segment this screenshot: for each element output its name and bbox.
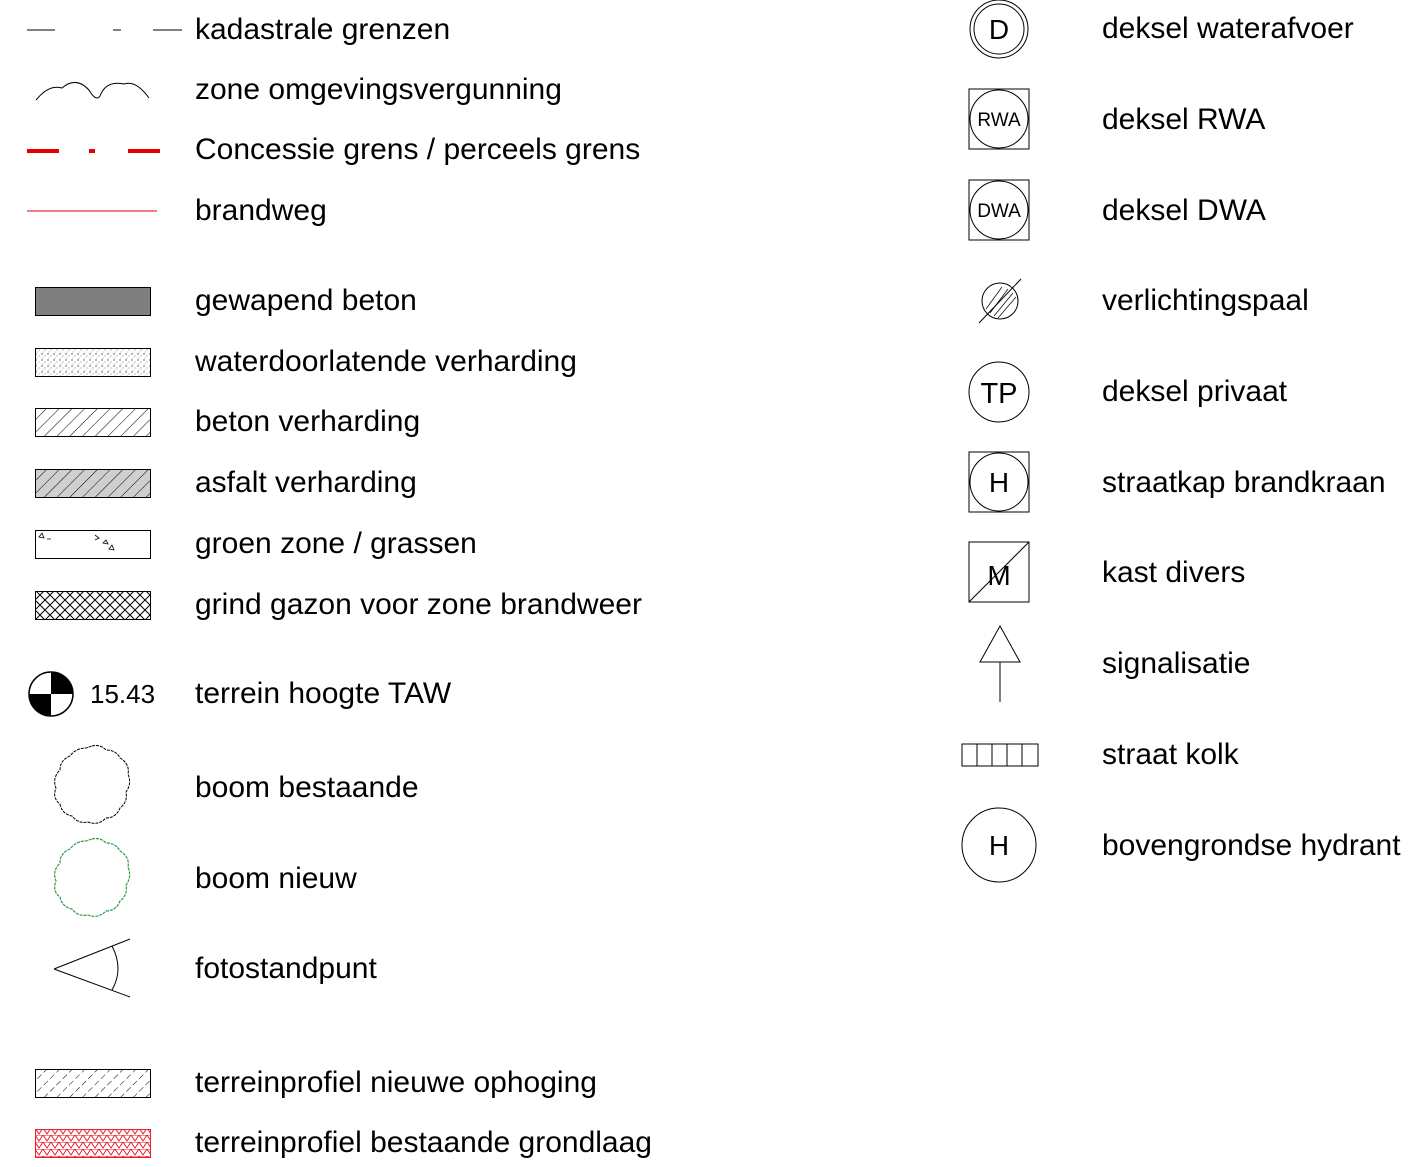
legend-label: terreinprofiel nieuwe ophoging (195, 1066, 597, 1099)
grass-swatch-icon (35, 530, 151, 559)
crosshatch-swatch-icon (35, 591, 151, 620)
legend-label: terrein hoogte TAW (195, 677, 452, 710)
symbol-letter: H (989, 467, 1009, 498)
legend-item-groen-zone: groen zone / grassen (0, 524, 700, 564)
grey-hatch-swatch-icon (35, 469, 151, 498)
manhole-rwa-icon: RWA (968, 88, 1030, 150)
legend-label: deksel privaat (1102, 375, 1288, 408)
red-dash-dot-line-icon (27, 149, 160, 153)
legend-item-gewapend-beton: gewapend beton (0, 281, 700, 321)
legend-item-kadastrale-grenzen: kadastrale grenzen (0, 10, 700, 50)
legend-label: straat kolk (1102, 738, 1239, 771)
legend-item-zone-omgevingsvergunning: zone omgevingsvergunning (0, 70, 700, 110)
legend-item-boom-nieuw: boom nieuw (0, 837, 700, 917)
legend-label: kast divers (1102, 556, 1246, 589)
legend-label: deksel waterafvoer (1102, 12, 1354, 45)
legend-item-straat-kolk: straat kolk (950, 735, 1420, 775)
legend-label: deksel RWA (1102, 103, 1266, 136)
manhole-tp-icon: TP (968, 361, 1030, 423)
legend-label: beton verharding (195, 405, 421, 438)
legend-label: grind gazon voor zone brandweer (195, 588, 642, 621)
symbol-letter: D (989, 14, 1009, 45)
legend-label: kadastrale grenzen (195, 13, 451, 46)
legend-label: waterdoorlatende verharding (195, 345, 577, 378)
hydrant-icon: H (961, 807, 1037, 883)
legend-item-kast-divers: M kast divers (950, 541, 1420, 603)
legend-item-terreinprofiel-bestaande-grondlaag: terreinprofiel bestaande grondlaag (0, 1123, 720, 1163)
legend-item-concessie-grens: Concessie grens / perceels grens (0, 130, 700, 170)
legend-item-boom-bestaande: boom bestaande (0, 745, 700, 824)
legend-item-asfalt-verharding: asfalt verharding (0, 463, 700, 503)
camera-viewpoint-icon (53, 938, 131, 998)
legend-label: deksel DWA (1102, 194, 1266, 227)
legend-label: boom bestaande (195, 771, 419, 804)
dotted-fill-swatch-icon (35, 348, 151, 377)
legend-item-waterdoorlatende-verharding: waterdoorlatende verharding (0, 342, 700, 382)
legend-label: gewapend beton (195, 284, 417, 317)
hydrant-cap-icon: H (968, 451, 1030, 513)
sign-icon (979, 624, 1021, 702)
legend-label: straatkap brandkraan (1102, 466, 1386, 499)
legend-item-deksel-dwa: DWA deksel DWA (950, 179, 1420, 241)
existing-tree-icon (54, 745, 131, 824)
legend-item-verlichtingspaal: verlichtingspaal (950, 278, 1420, 324)
gully-icon (961, 743, 1039, 767)
legend-item-terrein-hoogte: 15.43 terrein hoogte TAW (0, 671, 700, 717)
red-triangle-swatch-icon (35, 1129, 151, 1158)
legend-label: verlichtingspaal (1102, 284, 1309, 317)
level-marker-icon (28, 671, 74, 717)
legend-label: fotostandpunt (195, 952, 377, 985)
level-value: 15.43 (90, 679, 156, 709)
legend-label: boom nieuw (195, 862, 357, 895)
legend-item-beton-verharding: beton verharding (0, 402, 700, 442)
legend-label: zone omgevingsvergunning (195, 73, 562, 106)
legend-label: bovengrondse hydrant (1102, 829, 1401, 862)
legend-item-deksel-privaat: TP deksel privaat (950, 361, 1420, 423)
legend-label: Concessie grens / perceels grens (195, 133, 641, 166)
legend-item-straatkap-brandkraan: H straatkap brandkraan (950, 451, 1420, 513)
legend-item-deksel-waterafvoer: D deksel waterafvoer (950, 0, 1420, 59)
dashed-hatch-swatch-icon (35, 1069, 151, 1098)
legend-item-signalisatie: signalisatie (950, 624, 1420, 702)
cabinet-icon: M (968, 541, 1030, 603)
legend-item-brandweg: brandweg (0, 191, 700, 231)
dash-dot-line-icon (27, 29, 182, 31)
legend-label: asfalt verharding (195, 466, 417, 499)
legend-item-terreinprofiel-nieuwe-ophoging: terreinprofiel nieuwe ophoging (0, 1063, 700, 1103)
legend-label: terreinprofiel bestaande grondlaag (195, 1126, 652, 1159)
hatch-swatch-icon (35, 408, 151, 437)
legend-item-grind-gazon: grind gazon voor zone brandweer (0, 585, 720, 625)
manhole-dwa-icon: DWA (968, 179, 1030, 241)
symbol-letters: RWA (977, 110, 1021, 131)
symbol-letter: M (987, 560, 1010, 591)
symbol-letter: H (989, 830, 1009, 861)
legend-item-deksel-rwa: RWA deksel RWA (950, 88, 1420, 150)
grey-fill-swatch-icon (35, 287, 151, 316)
cloud-line-icon (35, 82, 150, 101)
manhole-d-icon: D (969, 0, 1029, 59)
symbol-letters: DWA (977, 201, 1021, 222)
legend-label: brandweg (195, 194, 327, 227)
legend-item-fotostandpunt: fotostandpunt (0, 938, 700, 998)
symbol-letters: TP (980, 378, 1017, 410)
light-pole-icon (978, 278, 1022, 324)
legend-label: signalisatie (1102, 647, 1251, 680)
new-tree-icon (54, 837, 131, 917)
legend-item-bovengrondse-hydrant: H bovengrondse hydrant (950, 807, 1420, 883)
red-line-icon (27, 210, 157, 212)
legend-label: groen zone / grassen (195, 527, 477, 560)
